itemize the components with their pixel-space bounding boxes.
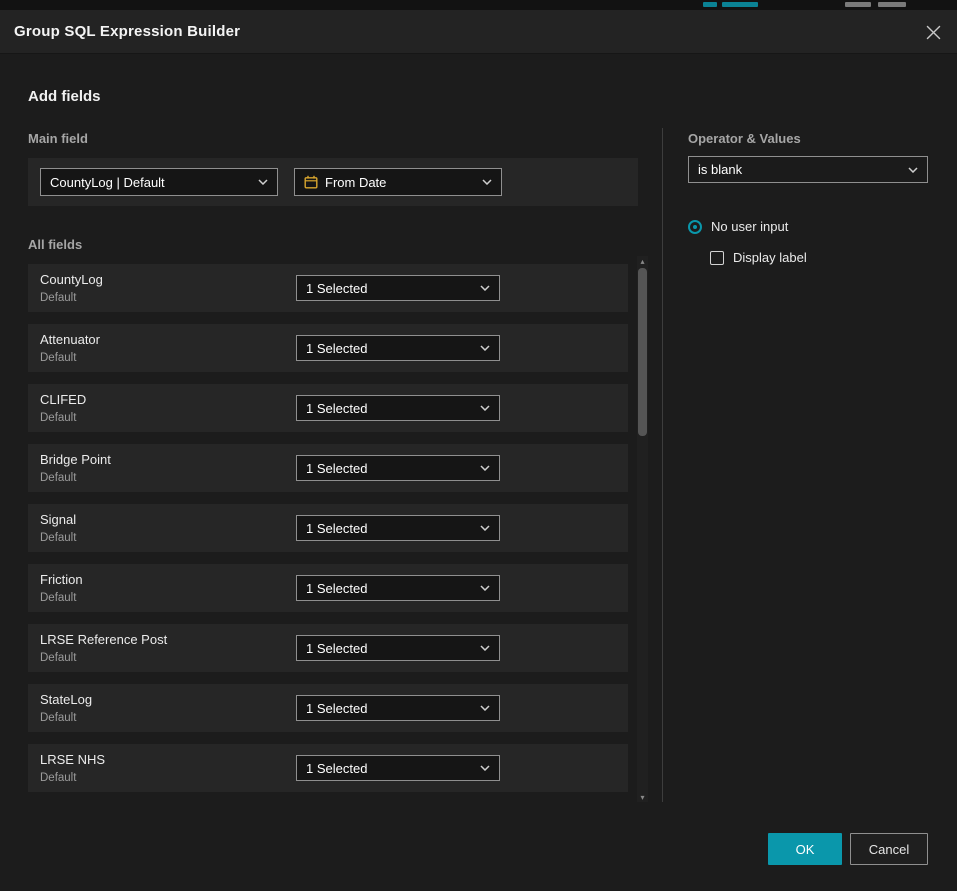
field-selected-dropdown-label: 1 Selected (306, 641, 473, 656)
main-field-row: CountyLog | Default From Date (28, 158, 638, 206)
field-selected-dropdown[interactable]: 1 Selected (296, 635, 500, 661)
chevron-down-icon (908, 167, 918, 173)
group-sql-expression-builder-dialog: Group SQL Expression Builder Add fields … (0, 10, 957, 891)
field-selected-dropdown[interactable]: 1 Selected (296, 275, 500, 301)
scrollbar-thumb[interactable] (638, 268, 647, 436)
calendar-icon (304, 175, 318, 189)
field-selected-dropdown-label: 1 Selected (306, 521, 473, 536)
chevron-down-icon (480, 405, 490, 411)
field-name: Attenuator (40, 332, 100, 347)
field-row: LRSE NHS Default 1 Selected (28, 744, 628, 792)
field-name: CLIFED (40, 392, 86, 407)
field-selected-dropdown-label: 1 Selected (306, 281, 473, 296)
all-fields-label: All fields (28, 237, 82, 252)
background-artifact (845, 2, 871, 7)
field-selected-dropdown[interactable]: 1 Selected (296, 515, 500, 541)
field-selected-dropdown-label: 1 Selected (306, 581, 473, 596)
field-name: Bridge Point (40, 452, 111, 467)
main-field-source-value: CountyLog | Default (50, 175, 251, 190)
scrollbar[interactable]: ▴ ▾ (637, 256, 648, 802)
field-selected-dropdown[interactable]: 1 Selected (296, 575, 500, 601)
cancel-button[interactable]: Cancel (850, 833, 928, 865)
display-label-text: Display label (733, 250, 807, 265)
dialog-title: Group SQL Expression Builder (14, 23, 240, 40)
field-subtitle: Default (40, 712, 76, 724)
field-subtitle: Default (40, 352, 76, 364)
main-field-source-dropdown[interactable]: CountyLog | Default (40, 168, 278, 196)
display-label-option: Display label (710, 250, 807, 265)
field-name: Friction (40, 572, 83, 587)
background-artifact (878, 2, 906, 7)
close-icon[interactable] (924, 23, 942, 41)
chevron-down-icon (480, 645, 490, 651)
field-selected-dropdown[interactable]: 1 Selected (296, 695, 500, 721)
chevron-down-icon (482, 179, 492, 185)
field-subtitle: Default (40, 412, 76, 424)
field-selected-dropdown[interactable]: 1 Selected (296, 395, 500, 421)
field-selected-dropdown[interactable]: 1 Selected (296, 335, 500, 361)
field-selected-dropdown[interactable]: 1 Selected (296, 455, 500, 481)
field-subtitle: Default (40, 652, 76, 664)
chevron-down-icon (480, 345, 490, 351)
chevron-down-icon (480, 765, 490, 771)
field-row: LRSE Reference Post Default 1 Selected (28, 624, 628, 672)
field-row: CountyLog Default 1 Selected (28, 264, 628, 312)
display-label-checkbox[interactable] (710, 251, 724, 265)
main-field-date-value: From Date (325, 175, 475, 190)
field-selected-dropdown-label: 1 Selected (306, 701, 473, 716)
scroll-down-icon[interactable]: ▾ (637, 792, 648, 802)
background-artifact (722, 2, 758, 7)
field-row: Bridge Point Default 1 Selected (28, 444, 628, 492)
background-strip (0, 0, 957, 10)
operator-dropdown[interactable]: is blank (688, 156, 928, 183)
chevron-down-icon (480, 525, 490, 531)
chevron-down-icon (480, 285, 490, 291)
ok-button[interactable]: OK (768, 833, 842, 865)
field-subtitle: Default (40, 472, 76, 484)
dialog-header: Group SQL Expression Builder (0, 10, 957, 54)
field-selected-dropdown-label: 1 Selected (306, 401, 473, 416)
add-fields-heading: Add fields (28, 88, 101, 105)
no-user-input-radio[interactable] (688, 220, 702, 234)
field-name: StateLog (40, 692, 92, 707)
field-selected-dropdown-label: 1 Selected (306, 341, 473, 356)
column-divider (662, 128, 663, 802)
field-row: Friction Default 1 Selected (28, 564, 628, 612)
all-fields-list: CountyLog Default 1 Selected Attenuator … (28, 264, 628, 792)
field-row: StateLog Default 1 Selected (28, 684, 628, 732)
no-user-input-label: No user input (711, 219, 788, 234)
field-row: Attenuator Default 1 Selected (28, 324, 628, 372)
field-subtitle: Default (40, 592, 76, 604)
background-artifact (703, 2, 717, 7)
operator-dropdown-value: is blank (698, 162, 901, 177)
field-row: Signal Default 1 Selected (28, 504, 628, 552)
chevron-down-icon (480, 465, 490, 471)
field-selected-dropdown-label: 1 Selected (306, 761, 473, 776)
operator-values-label: Operator & Values (688, 131, 801, 146)
scroll-up-icon[interactable]: ▴ (637, 256, 648, 266)
no-user-input-option: No user input (688, 219, 788, 234)
field-row: CLIFED Default 1 Selected (28, 384, 628, 432)
field-subtitle: Default (40, 292, 76, 304)
field-selected-dropdown[interactable]: 1 Selected (296, 755, 500, 781)
chevron-down-icon (480, 705, 490, 711)
field-subtitle: Default (40, 532, 76, 544)
field-selected-dropdown-label: 1 Selected (306, 461, 473, 476)
chevron-down-icon (258, 179, 268, 185)
field-name: CountyLog (40, 272, 103, 287)
field-name: LRSE NHS (40, 752, 105, 767)
field-name: Signal (40, 512, 76, 527)
field-name: LRSE Reference Post (40, 632, 167, 647)
main-field-label: Main field (28, 131, 88, 146)
chevron-down-icon (480, 585, 490, 591)
field-subtitle: Default (40, 772, 76, 784)
main-field-date-dropdown[interactable]: From Date (294, 168, 502, 196)
